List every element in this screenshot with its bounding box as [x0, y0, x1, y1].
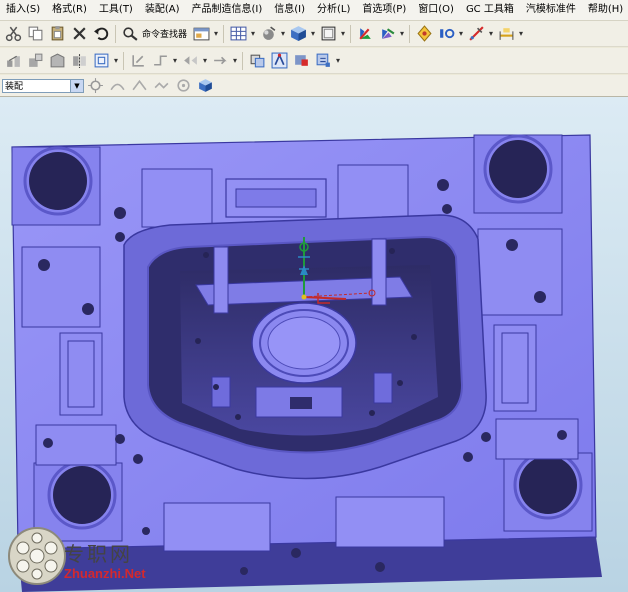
toolbar-window-icon[interactable]: [191, 24, 211, 44]
chevron-down-icon[interactable]: ▾: [231, 56, 239, 65]
chevron-down-icon[interactable]: ▼: [70, 79, 83, 92]
toolbar-separator: [223, 24, 225, 43]
cut-icon[interactable]: [3, 24, 23, 44]
array-component-icon[interactable]: [91, 51, 111, 71]
menu-gc-toolbox[interactable]: GC 工具箱: [460, 0, 520, 20]
wcs-orient-icon[interactable]: [377, 24, 397, 44]
chevron-down-icon[interactable]: ▾: [457, 29, 465, 38]
orient-view-icon[interactable]: [318, 24, 338, 44]
chevron-down-icon[interactable]: ▾: [309, 29, 317, 38]
chevron-down-icon[interactable]: ▾: [201, 56, 209, 65]
watermark-chinese-text: 专职网: [64, 542, 133, 566]
chevron-down-icon[interactable]: ▾: [339, 29, 347, 38]
new-component-icon[interactable]: [47, 51, 67, 71]
select-curve-icon[interactable]: [107, 76, 127, 96]
mirror-assembly-icon[interactable]: [69, 51, 89, 71]
selection-bar: 装配 ▼: [0, 75, 628, 97]
menu-insert[interactable]: 插入(S): [0, 0, 46, 20]
menu-auto-mold-standard[interactable]: 汽模标准件: [520, 0, 582, 20]
command-finder-label[interactable]: 命令查找器: [142, 27, 187, 40]
guide-pillar-top-right: [473, 134, 563, 214]
grid-view-icon[interactable]: [228, 24, 248, 44]
sequence-icon[interactable]: [210, 51, 230, 71]
delete-icon[interactable]: [69, 24, 89, 44]
type-filter-select[interactable]: 装配 ▼: [2, 78, 84, 93]
assembly-navigator-icon[interactable]: [3, 51, 23, 71]
reference-set-icon[interactable]: [313, 51, 333, 71]
menu-help[interactable]: 帮助(H): [582, 0, 628, 20]
menu-analysis[interactable]: 分析(L): [311, 0, 356, 20]
toolbar-separator: [123, 51, 124, 70]
select-edge-icon[interactable]: [129, 76, 149, 96]
chevron-down-icon[interactable]: ▾: [487, 29, 495, 38]
render-style-icon[interactable]: [258, 24, 278, 44]
add-component-icon[interactable]: [25, 51, 45, 71]
guide-pillar-top-left: [11, 146, 101, 226]
assembly-toolbar: ▾ ▾ ▾ ▾ ▾: [0, 48, 628, 74]
type-filter-value: 装配: [5, 81, 24, 92]
constraint-icon[interactable]: [150, 51, 170, 71]
snap-point-icon[interactable]: [414, 24, 434, 44]
core-insert[interactable]: [123, 214, 487, 480]
command-finder-icon[interactable]: [120, 24, 140, 44]
menu-preferences[interactable]: 首选项(P): [356, 0, 412, 20]
wcs-icon[interactable]: [355, 24, 375, 44]
guide-pillar-bottom-right: [503, 450, 593, 532]
chevron-down-icon[interactable]: ▾: [171, 56, 179, 65]
assembly-constraint-icon[interactable]: [269, 51, 289, 71]
menu-bar: 插入(S) 格式(R) 工具(T) 装配(A) 产品制造信息(I) 信息(I) …: [0, 0, 628, 21]
wave-linker-icon[interactable]: [247, 51, 267, 71]
menu-tools[interactable]: 工具(T): [93, 0, 139, 20]
select-body-icon[interactable]: [173, 76, 193, 96]
show-product-outline-icon[interactable]: [291, 51, 311, 71]
toolbar-separator: [242, 51, 243, 70]
menu-window[interactable]: 窗口(O): [412, 0, 460, 20]
move-component-icon[interactable]: [128, 51, 148, 71]
explode-view-icon[interactable]: [180, 51, 200, 71]
chevron-down-icon[interactable]: ▾: [334, 56, 342, 65]
copy-icon[interactable]: [25, 24, 45, 44]
chevron-down-icon[interactable]: ▾: [112, 56, 120, 65]
toolbar-separator: [409, 24, 411, 43]
menu-assembly[interactable]: 装配(A): [139, 0, 186, 20]
chevron-down-icon[interactable]: ▾: [517, 29, 525, 38]
toolbar-separator: [115, 24, 116, 43]
shaded-cube-icon[interactable]: [288, 24, 308, 44]
toolbar-separator: [350, 24, 352, 43]
select-face-icon[interactable]: [151, 76, 171, 96]
chevron-down-icon[interactable]: ▾: [398, 29, 406, 38]
watermark-url-text: Zhuanzhi.Net: [64, 566, 146, 581]
undo-icon[interactable]: [91, 24, 111, 44]
measure-icon[interactable]: [466, 24, 486, 44]
select-component-icon[interactable]: [195, 76, 215, 96]
standard-toolbar: 命令查找器 ▾ ▾ ▾ ▾ ▾ ▾ ▾ ▾ ▾: [0, 21, 628, 47]
menu-pmi[interactable]: 产品制造信息(I): [186, 0, 269, 20]
paste-icon[interactable]: [47, 24, 67, 44]
chevron-down-icon[interactable]: ▾: [279, 29, 287, 38]
menu-information[interactable]: 信息(I): [268, 0, 311, 20]
chevron-down-icon[interactable]: ▾: [249, 29, 257, 38]
menu-format[interactable]: 格式(R): [46, 0, 93, 20]
snap-toggle-icon[interactable]: [436, 24, 456, 44]
dimension-icon[interactable]: [496, 24, 516, 44]
filter-settings-icon[interactable]: [85, 76, 105, 96]
mold-base-model[interactable]: [0, 97, 628, 592]
chevron-down-icon[interactable]: ▾: [212, 29, 220, 38]
graphics-viewport[interactable]: [0, 97, 628, 592]
